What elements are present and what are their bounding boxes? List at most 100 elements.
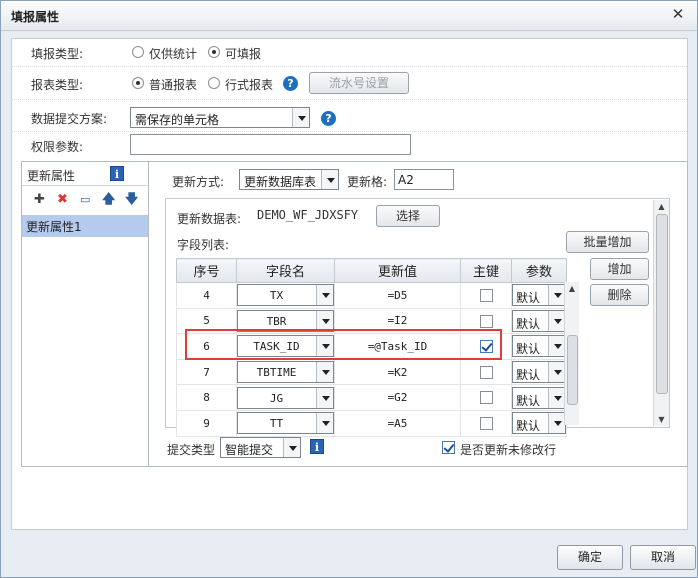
header-param: 参数 [511,258,567,283]
param-value: 默认 [516,419,541,434]
info-icon[interactable]: i [310,439,324,454]
submit-type-select[interactable]: 智能提交 [220,437,301,458]
report-type-label: 报表类型: [31,78,84,92]
table-row[interactable]: 6 TASK_ID =@Task_ID 默认 [176,333,567,360]
primary-key-checkbox[interactable] [479,417,493,431]
field-select[interactable]: TT [237,412,334,435]
field-select[interactable]: TBR [237,309,334,332]
delete-icon[interactable]: ✖ [57,193,68,207]
help-icon[interactable]: ? [283,76,298,91]
chevron-down-icon [548,336,565,357]
cell-value[interactable]: =A5 [334,409,461,437]
table-scrollbar[interactable]: ▲ [564,282,579,425]
cell-value[interactable]: =I2 [334,307,461,335]
field-select[interactable]: TBTIME [237,361,334,384]
update-unmodified-label[interactable]: 是否更新未修改行 [460,441,556,458]
delete-field-button[interactable]: 删除 [590,284,649,306]
fill-type-stats-radio[interactable] [132,46,144,58]
list-header: 更新属性 i [22,162,148,186]
fields-box-scroll-thumb[interactable] [656,214,668,394]
param-select[interactable]: 默认 [512,361,566,384]
scroll-down-icon[interactable]: ▼ [654,415,669,424]
title-bar: 填报属性 ✕ [1,1,697,31]
primary-key-checkbox[interactable] [479,365,493,379]
param-select[interactable]: 默认 [512,309,566,332]
help-icon[interactable]: ? [321,111,336,126]
fill-type-fillable-label[interactable]: 可填报 [225,45,261,62]
report-type-normal-label[interactable]: 普通报表 [149,76,197,93]
fill-properties-dialog: 填报属性 ✕ 填报类型: 仅供统计 可填报 报表类型: 普通报表 行式报表 ? … [0,0,698,578]
list-item[interactable]: 更新属性1 [22,215,148,237]
fields-box-scrollbar[interactable]: ▲ ▼ [653,200,669,426]
header-field: 字段名 [236,258,335,283]
header-no: 序号 [176,258,237,283]
cell-field: TX [236,282,335,309]
field-name: TBTIME [256,366,297,380]
field-select[interactable]: TX [237,284,334,307]
fill-type-fillable-radio[interactable] [208,46,220,58]
update-unmodified-checkbox[interactable] [442,441,455,454]
cell-key [460,384,512,411]
scroll-up-icon[interactable]: ▲ [565,284,579,293]
cell-value[interactable]: =D5 [334,282,461,309]
primary-key-checkbox[interactable] [479,314,493,328]
field-select[interactable]: TASK_ID [237,335,334,358]
update-mode-select[interactable]: 更新数据库表 [239,169,339,190]
arrow-up-icon[interactable]: 🡅 [102,193,115,207]
fields-table: 序号 字段名 更新值 主键 参数 4 TX =D5 默认 5 TBR =I2 默认 6 TASK_… [176,258,567,437]
info-icon[interactable]: i [110,166,124,181]
cancel-button[interactable]: 取消 [630,545,696,570]
add-field-button[interactable]: 增加 [590,258,649,280]
table-row[interactable]: 9 TT =A5 默认 [176,409,567,437]
permission-input[interactable] [130,134,411,155]
cell-key [460,409,512,437]
serial-number-button[interactable]: 流水号设置 [309,72,409,94]
primary-key-checkbox[interactable] [479,391,493,405]
cell-key [460,307,512,335]
report-type-normal-radio[interactable] [132,77,144,89]
update-cell-label: 更新格: [347,175,388,189]
cell-value[interactable]: =K2 [334,358,461,386]
report-type-row-label[interactable]: 行式报表 [225,76,273,93]
select-table-button[interactable]: 选择 [376,205,440,227]
update-properties-list: 更新属性 i ✚ ✖ ▭ 🡅 🡇 更新属性1 [21,161,149,467]
table-row[interactable]: 5 TBR =I2 默认 [176,307,567,335]
scroll-up-icon[interactable]: ▲ [654,202,669,211]
copy-icon[interactable]: ▭ [80,193,90,207]
param-select[interactable]: 默认 [512,412,566,435]
submit-scheme-select[interactable]: 需保存的单元格 [130,107,310,128]
permission-label: 权限参数: [31,140,84,154]
table-scroll-thumb[interactable] [567,335,578,405]
table-row[interactable]: 7 TBTIME =K2 默认 [176,358,567,386]
cell-field: TT [236,409,335,437]
cell-value[interactable]: =G2 [334,384,461,411]
field-select[interactable]: JG [237,386,334,409]
report-type-row-radio[interactable] [208,77,220,89]
ok-button[interactable]: 确定 [557,545,623,570]
field-name: TASK_ID [253,340,300,354]
list-item-label: 更新属性1 [26,220,82,234]
cell-param: 默认 [511,282,567,309]
close-icon[interactable]: ✕ [671,7,685,22]
add-icon[interactable]: ✚ [34,193,45,207]
table-row[interactable]: 8 JG =G2 默认 [176,384,567,411]
field-name: TBR [266,314,287,328]
arrow-down-icon[interactable]: 🡇 [125,193,138,207]
update-value: =A5 [387,416,408,430]
param-value: 默认 [516,342,541,357]
update-cell-input[interactable]: A2 [394,169,454,190]
chevron-down-icon [316,362,333,383]
batch-add-button[interactable]: 批量增加 [566,231,649,253]
param-select[interactable]: 默认 [512,284,566,307]
cell-no: 4 [176,282,237,309]
param-select[interactable]: 默认 [512,335,566,358]
cell-value[interactable]: =@Task_ID [334,333,461,360]
fill-type-stats-label[interactable]: 仅供统计 [149,45,197,62]
primary-key-checkbox[interactable] [479,289,493,303]
cell-field: TBR [236,307,335,335]
primary-key-checkbox[interactable] [479,340,493,354]
table-row[interactable]: 4 TX =D5 默认 [176,282,567,309]
field-name: TT [269,417,284,431]
param-select[interactable]: 默认 [512,386,566,409]
chevron-down-icon [548,413,565,434]
